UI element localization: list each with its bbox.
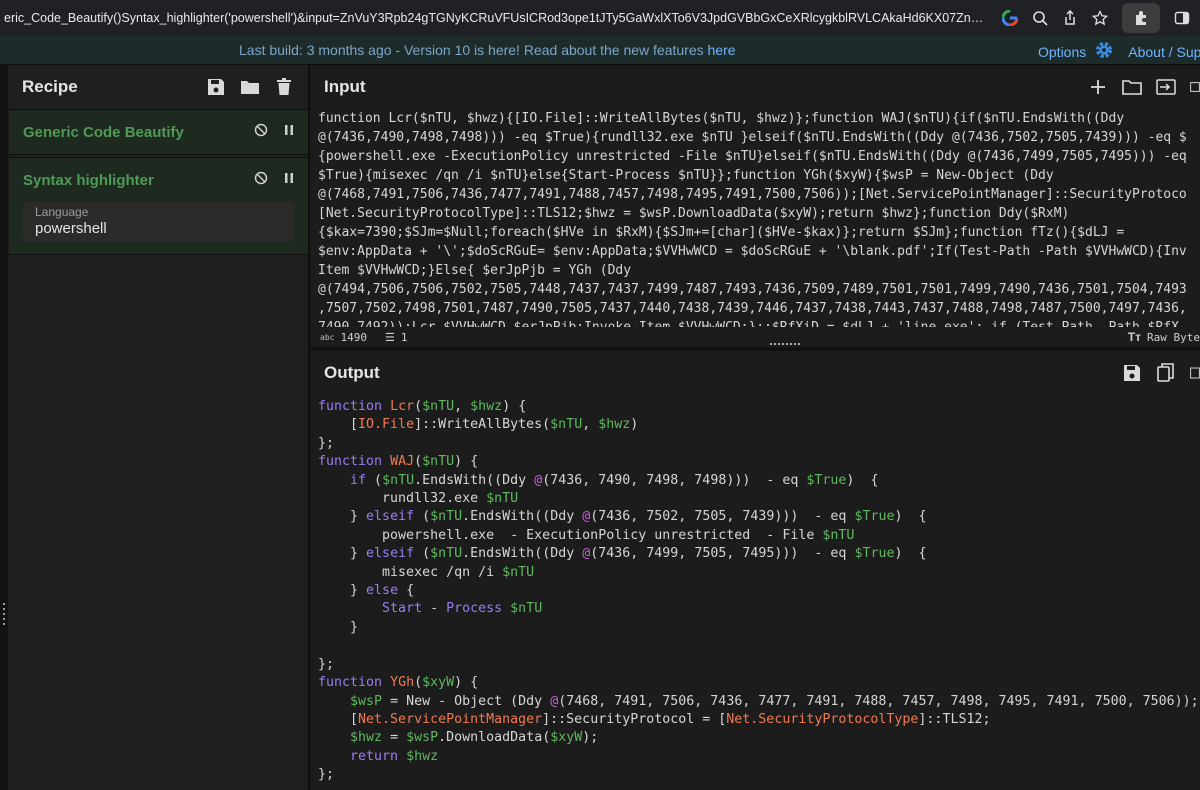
save-icon[interactable] [206, 77, 226, 97]
operation-syntax-highlighter[interactable]: Syntax highlighter Language powershell [9, 157, 308, 255]
output-title: Output [324, 363, 380, 382]
input-line: $env:AppData + '\';$doScRGuE= $env:AppDa… [318, 244, 1187, 259]
disable-icon[interactable] [254, 123, 268, 142]
input-line: Item $VVHwWCD;}Else{ $erJpPjb = YGh (Ddy [318, 263, 632, 278]
input-line: {$kax=7390;$SJm=$Null;foreach($HVe in $R… [318, 225, 1125, 240]
notice-banner: Last build: 3 months ago - Version 10 is… [0, 36, 1200, 65]
bookmark-star-icon[interactable] [1092, 10, 1108, 26]
open-folder-icon[interactable] [1122, 77, 1142, 97]
input-line: [Net.SecurityProtocolType]::TLS12;$hwz =… [318, 206, 1070, 221]
trash-icon[interactable] [274, 77, 294, 97]
banner-message: Last build: 3 months ago - Version 10 is… [239, 42, 708, 58]
banner-here-link[interactable]: here [708, 42, 736, 58]
google-icon[interactable] [1002, 10, 1018, 26]
operation-name: Syntax highlighter [23, 171, 154, 189]
add-icon[interactable] [1088, 77, 1108, 97]
operation-name: Generic Code Beautify [23, 123, 184, 141]
extension-icon[interactable] [1122, 3, 1160, 33]
language-field[interactable]: Language powershell [23, 202, 294, 242]
raw-bytes-button[interactable]: Raw Byte [1147, 331, 1200, 344]
folder-icon[interactable] [240, 77, 260, 97]
recipe-title: Recipe [22, 77, 78, 96]
open-file-icon[interactable] [1156, 77, 1176, 97]
replace-input-icon[interactable] [1190, 363, 1200, 383]
resize-grip[interactable] [770, 343, 800, 345]
recipe-panel: Recipe Generic Code Beautify Syntax high… [9, 65, 308, 790]
zoom-icon[interactable] [1032, 10, 1048, 26]
operation-generic-code-beautify[interactable]: Generic Code Beautify [9, 109, 308, 155]
lines-icon: ☰ [384, 330, 395, 344]
input-line: ,7507,7502,7498,7501,7487,7490,7505,7437… [318, 301, 1187, 316]
input-line: @(7494,7506,7506,7502,7505,7448,7437,743… [318, 282, 1187, 297]
layout-icon[interactable] [1190, 77, 1200, 97]
input-line: function Lcr($nTU, $hwz){[IO.File]::Writ… [318, 111, 1125, 126]
language-label: Language [35, 205, 89, 219]
input-line: $True){misexec /qn /i $nTU}else{Start-Pr… [318, 168, 1054, 183]
input-textarea[interactable]: function Lcr($nTU, $hwz){[IO.File]::Writ… [318, 109, 1200, 329]
copy-icon[interactable] [1156, 363, 1176, 383]
options-link[interactable]: Options [1038, 44, 1086, 60]
language-value[interactable]: powershell [35, 220, 282, 237]
left-gutter [0, 65, 8, 790]
pause-icon[interactable] [284, 123, 294, 141]
abc-icon: abc [320, 332, 335, 342]
browser-address-bar: eric_Code_Beautify()Syntax_highlighter('… [0, 0, 1200, 37]
save-output-icon[interactable] [1122, 363, 1142, 383]
about-link[interactable]: About / Supp [1128, 44, 1200, 60]
input-status-bar: abc 1490 ☰ 1 Tт Raw Byte [310, 327, 1200, 347]
text-format-icon[interactable]: Tт [1128, 330, 1141, 344]
char-count: 1490 [340, 330, 367, 344]
share-icon[interactable] [1062, 10, 1078, 26]
input-title: Input [324, 77, 366, 96]
output-code[interactable]: function Lcr($nTU, $hwz) { [IO.File]::Wr… [318, 398, 1200, 790]
input-panel: Input function Lcr($nTU, $hwz){[IO.File]… [310, 65, 1200, 347]
line-count: 1 [400, 330, 408, 344]
input-line: @(7468,7491,7506,7436,7477,7491,7488,745… [318, 187, 1187, 202]
input-line: @(7436,7490,7498,7498))) -eq $True){rund… [318, 130, 1187, 145]
sidebar-toggle-icon[interactable] [1174, 10, 1190, 26]
gear-icon[interactable] [1094, 40, 1114, 63]
pause-icon[interactable] [284, 171, 294, 189]
url-field[interactable]: eric_Code_Beautify()Syntax_highlighter('… [0, 11, 990, 25]
output-panel: Output function Lcr($nTU, $hwz) { [IO.Fi… [310, 351, 1200, 790]
disable-icon[interactable] [254, 171, 268, 190]
input-line: {powershell.exe -ExecutionPolicy unrestr… [318, 149, 1187, 164]
resize-handle[interactable] [3, 603, 5, 627]
